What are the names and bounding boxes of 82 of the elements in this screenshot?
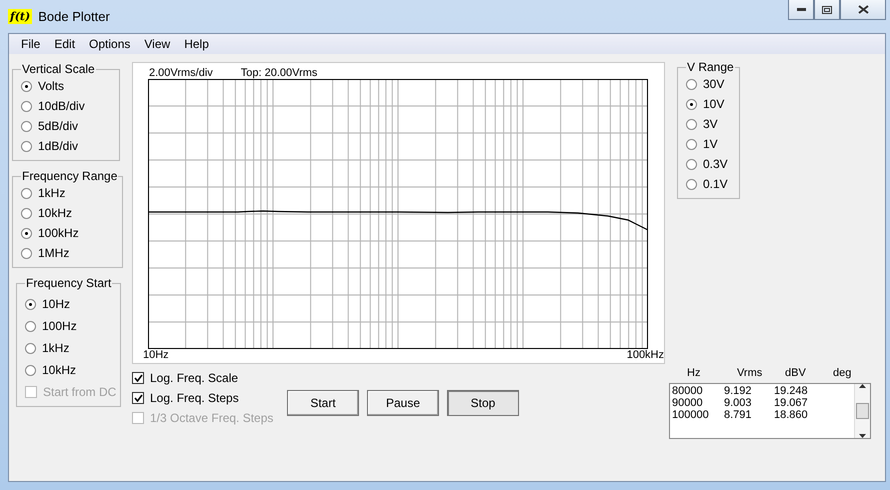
column-header: Vrms: [737, 367, 764, 381]
radio-label: 1kHz: [38, 186, 66, 200]
radio-button[interactable]: [686, 158, 697, 170]
radio-label: Volts: [38, 79, 64, 93]
radio-button[interactable]: [25, 364, 36, 376]
frequency-start-group: Frequency Start 10Hz 100Hz 1kHz 10kHz Start from DC: [16, 276, 122, 407]
radio-button[interactable]: [21, 140, 32, 152]
radio-button[interactable]: [21, 188, 32, 198]
radio-button[interactable]: [686, 178, 697, 190]
menu-item[interactable]: Edit: [47, 37, 82, 51]
radio-label: 1dB/div: [38, 139, 78, 153]
radio-label: 3V: [703, 117, 718, 131]
minimize-button[interactable]: [788, 0, 814, 20]
table-cell-text: 19.067: [774, 397, 809, 409]
radio-label: 1MHz: [38, 246, 70, 260]
table-cell-text: 90000: [672, 397, 704, 409]
maximize-button[interactable]: [814, 0, 840, 20]
radio-button[interactable]: [21, 208, 32, 218]
checkbox-label: Log. Freq. Scale: [150, 371, 238, 385]
table-cell-text: 9.192: [724, 385, 753, 397]
checkbox-label: Log. Freq. Steps: [150, 391, 239, 405]
radio-button[interactable]: [21, 100, 32, 112]
checkmark-icon: [134, 374, 142, 382]
radio-label: 10dB/div: [38, 99, 85, 113]
radio-button[interactable]: [25, 298, 36, 310]
radio-button[interactable]: [21, 228, 32, 238]
radio-button[interactable]: [686, 118, 697, 130]
radio-label: 10kHz: [42, 363, 76, 377]
radio-button[interactable]: [21, 248, 32, 258]
menu-item[interactable]: View: [137, 37, 178, 51]
action-button[interactable]: Start: [287, 390, 359, 416]
radio-button[interactable]: [25, 342, 36, 354]
radio-label: 30V: [703, 77, 724, 91]
checkbox[interactable]: [132, 392, 144, 404]
radio-label: 10kHz: [38, 206, 72, 220]
radio-label: 0.3V: [703, 157, 728, 171]
menu-item[interactable]: File: [14, 37, 48, 51]
radio-label: 0.1V: [703, 177, 728, 191]
scale-label: 2.00Vrms/div: [149, 67, 213, 79]
column-header: dBV: [785, 367, 807, 381]
radio-button[interactable]: [686, 78, 697, 90]
restore-icon: [822, 6, 832, 14]
v-range-group: V Range 30V 10V 3V 1V 0.3V 0.1V: [677, 60, 740, 199]
radio-label: 100Hz: [42, 319, 77, 333]
checkbox-label: Start from DC: [43, 385, 116, 399]
radio-button[interactable]: [21, 120, 32, 132]
minimize-icon: [796, 8, 806, 11]
scroll-bar[interactable]: [854, 384, 870, 438]
checkmark-icon: [134, 394, 142, 402]
radio-label: 10V: [703, 97, 724, 111]
top-label: Top: 20.00Vrms: [240, 67, 318, 79]
table-cell-text: 8.791: [724, 409, 753, 421]
radio-label: 5dB/div: [38, 119, 78, 133]
radio-label: 100kHz: [38, 226, 79, 240]
axis-end-label: 100kHz: [626, 349, 664, 361]
radio-button[interactable]: [25, 320, 36, 332]
app-logo: f(t): [8, 9, 32, 24]
table-cell-text: 9.003: [724, 397, 753, 409]
window-title: Bode Plotter: [38, 9, 110, 24]
frequency-range-group: Frequency Range 1kHz 10kHz 100kHz 1MHz: [12, 169, 124, 268]
radio-button[interactable]: [21, 80, 32, 92]
action-button[interactable]: Stop: [447, 390, 519, 416]
action-button[interactable]: Pause: [367, 390, 439, 416]
table-cell-text: 19.248: [774, 385, 809, 397]
radio-label: 1kHz: [42, 341, 70, 355]
menu-item[interactable]: Help: [177, 37, 216, 51]
table-cell-text: 100000: [672, 409, 710, 421]
close-icon: [858, 5, 868, 14]
radio-label: 10Hz: [42, 297, 70, 311]
radio-label: 1V: [703, 137, 718, 151]
axis-start-label: 10Hz: [143, 349, 169, 361]
menu-item[interactable]: Options: [82, 37, 138, 51]
vertical-scale-group: Vertical Scale Volts 10dB/div 5dB/div 1dB/div: [12, 62, 120, 161]
checkbox-label: 1/3 Octave Freq. Steps: [150, 411, 274, 425]
table-cell-text: 18.860: [774, 409, 809, 421]
column-header: deg: [833, 367, 852, 381]
checkbox[interactable]: [132, 372, 144, 384]
table-cell-text: 80000: [672, 385, 704, 397]
column-header: Hz: [687, 367, 702, 381]
radio-button[interactable]: [686, 138, 697, 150]
close-button[interactable]: [840, 0, 886, 20]
radio-button[interactable]: [686, 98, 697, 110]
